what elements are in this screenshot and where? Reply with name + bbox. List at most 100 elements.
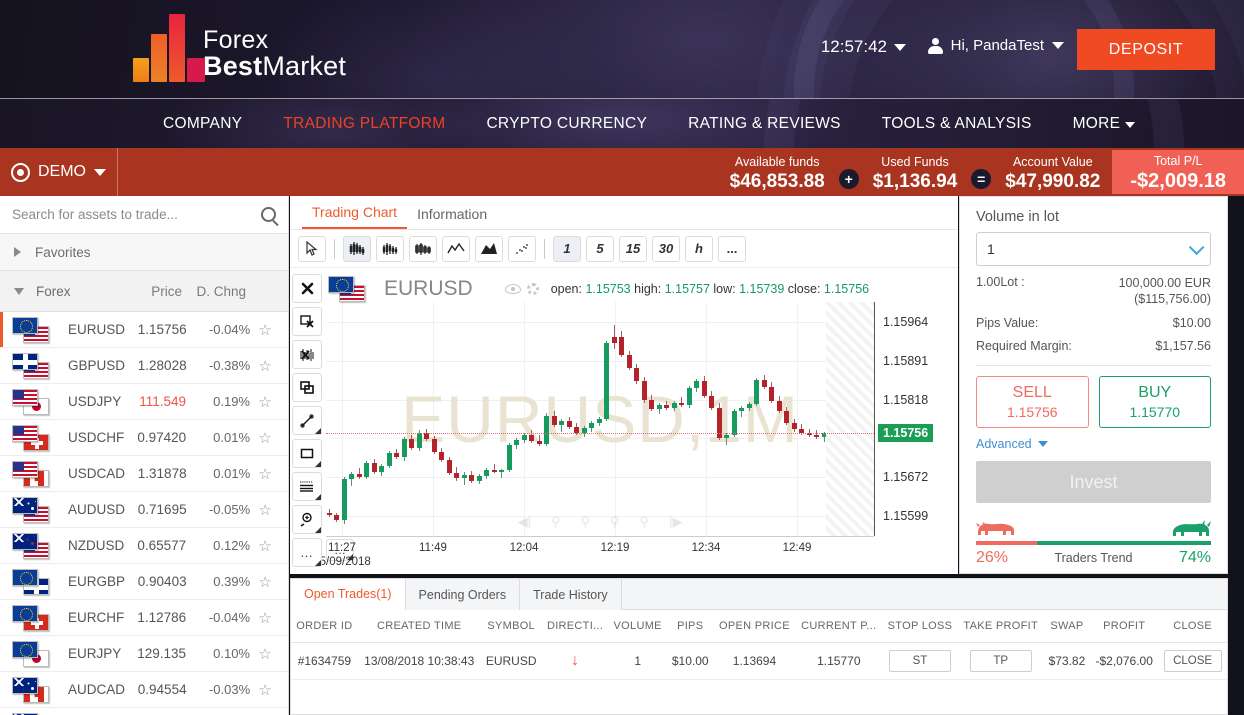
favorite-star-icon[interactable]: ☆ xyxy=(252,501,278,519)
zoom-in-icon[interactable]: ⚲ xyxy=(551,514,561,530)
zoom-icon[interactable] xyxy=(292,505,322,534)
favorite-star-icon[interactable]: ☆ xyxy=(252,537,278,555)
asset-row-audchf[interactable]: AUDCHF0.69850-0.03%☆ xyxy=(0,708,288,715)
column-header[interactable]: TAKE PROFIT xyxy=(957,610,1044,643)
timeframe-1[interactable]: 1 xyxy=(553,235,581,262)
advanced-toggle[interactable]: Advanced xyxy=(976,437,1211,451)
column-header[interactable]: CREATED TIME xyxy=(357,610,481,643)
cursor-icon[interactable] xyxy=(298,235,326,262)
sell-button[interactable]: SELL 1.15756 xyxy=(976,376,1089,428)
remove-selected-icon[interactable] xyxy=(292,307,322,336)
asset-row-eurgbp[interactable]: EURGBP 0.90403 0.39% ☆ xyxy=(0,564,288,600)
timeframe-more[interactable]: ... xyxy=(718,235,746,262)
favorites-group-header[interactable]: Favorites xyxy=(0,234,288,271)
brand-logo[interactable]: Forex BestMarket xyxy=(133,14,346,82)
nav-item-trading-platform[interactable]: TRADING PLATFORM xyxy=(283,115,445,133)
timeframe-30[interactable]: 30 xyxy=(652,235,680,262)
column-header[interactable]: PIPS xyxy=(666,610,714,643)
column-header[interactable]: ORDER ID xyxy=(291,610,358,643)
clone-icon[interactable] xyxy=(292,373,322,402)
zoom-out-icon[interactable]: ⚲ xyxy=(580,514,590,530)
column-header[interactable]: VOLUME xyxy=(608,610,667,643)
asset-row-eurchf[interactable]: EURCHF 1.12786 -0.04% ☆ xyxy=(0,600,288,636)
favorite-star-icon[interactable]: ☆ xyxy=(252,645,278,663)
time-axis[interactable]: … 11:27 05/09/2018 11:49 12:04 12:19 12:34 12:… xyxy=(313,536,874,572)
timeframe-h[interactable]: h xyxy=(685,235,713,262)
candlestick-icon[interactable] xyxy=(343,235,371,262)
favorite-star-icon[interactable]: ☆ xyxy=(252,393,278,411)
tab-open-trades[interactable]: Open Trades(1) xyxy=(291,579,406,610)
trendline-icon[interactable] xyxy=(292,406,322,435)
dot-chart-icon[interactable] xyxy=(508,235,536,262)
column-header[interactable]: SYMBOL xyxy=(480,610,542,643)
favorite-star-icon[interactable]: ☆ xyxy=(252,357,278,375)
asset-row-gbpusd[interactable]: GBPUSD 1.28028 -0.38% ☆ xyxy=(0,348,288,384)
take-profit-button[interactable]: TP xyxy=(969,650,1032,672)
asset-row-usdchf[interactable]: USDCHF 0.97420 0.01% ☆ xyxy=(0,420,288,456)
column-header[interactable]: STOP LOSS xyxy=(882,610,958,643)
gear-icon[interactable] xyxy=(526,283,539,295)
search-input[interactable] xyxy=(12,207,261,222)
bar-chart-icon[interactable] xyxy=(376,235,404,262)
close-trade-button[interactable]: CLOSE xyxy=(1163,650,1222,672)
scroll-left-icon[interactable]: ◀| xyxy=(518,514,531,530)
favorite-star-icon[interactable]: ☆ xyxy=(252,321,278,339)
nav-item-crypto-currency[interactable]: CRYPTO CURRENCY xyxy=(486,115,647,133)
stop-loss-button[interactable]: ST xyxy=(888,650,951,672)
column-header[interactable]: PROFIT xyxy=(1090,610,1159,643)
rectangle-icon[interactable] xyxy=(292,439,322,468)
hollow-candle-icon[interactable] xyxy=(409,235,437,262)
visibility-eye-icon[interactable] xyxy=(504,284,521,294)
asset-row-audusd[interactable]: AUDUSD 0.71695 -0.05% ☆ xyxy=(0,492,288,528)
column-header[interactable]: SWAP xyxy=(1043,610,1091,643)
chart-nav-controls[interactable]: ◀| ⚲ ⚲ ⚲ ⚲ |▶ xyxy=(518,514,683,530)
line-chart-icon[interactable] xyxy=(442,235,470,262)
tab-trading-chart[interactable]: Trading Chart xyxy=(302,204,408,229)
price-axis[interactable]: 1.159641.158911.158181.157451.156721.155… xyxy=(874,302,958,536)
invest-button[interactable]: Invest xyxy=(976,461,1211,503)
tab-information[interactable]: Information xyxy=(407,206,497,229)
fibonacci-icon[interactable] xyxy=(292,472,322,501)
zoom-reset-icon[interactable]: ⚲ xyxy=(640,514,650,530)
timeframe-5[interactable]: 5 xyxy=(586,235,614,262)
column-header[interactable]: CLOSE xyxy=(1158,610,1227,643)
nav-item-company[interactable]: COMPANY xyxy=(163,115,242,133)
account-mode-selector[interactable]: DEMO xyxy=(0,148,118,196)
asset-row-usdjpy[interactable]: USDJPY 111.549 0.19% ☆ xyxy=(0,384,288,420)
nav-item-tools-analysis[interactable]: TOOLS & ANALYSIS xyxy=(882,115,1032,133)
deposit-button[interactable]: DEPOSIT xyxy=(1077,29,1215,70)
asset-row-nzdusd[interactable]: NZDUSD 0.65577 0.12% ☆ xyxy=(0,528,288,564)
volume-select[interactable]: 1 xyxy=(976,232,1211,266)
asset-row-eurusd[interactable]: EURUSD 1.15756 -0.04% ☆ xyxy=(0,312,288,348)
asset-row-eurjpy[interactable]: EURJPY 129.135 0.10% ☆ xyxy=(0,636,288,672)
favorite-star-icon[interactable]: ☆ xyxy=(252,609,278,627)
column-header[interactable]: CURRENT P... xyxy=(795,610,883,643)
favorite-star-icon[interactable]: ☆ xyxy=(252,465,278,483)
asset-row-audcad[interactable]: AUDCAD 0.94554 -0.03% ☆ xyxy=(0,672,288,708)
table-row[interactable]: #1634759 13/08/2018 10:38:43 EURUSD ↓ 1 $10.0… xyxy=(291,642,1227,680)
favorite-star-icon[interactable]: ☆ xyxy=(252,429,278,447)
buy-button[interactable]: BUY 1.15770 xyxy=(1098,376,1211,428)
candlestick-plot[interactable]: EURUSD,1M ◀| ⚲ ⚲ ⚲ ⚲ |▶ xyxy=(326,302,874,536)
close-icon[interactable] xyxy=(292,274,322,303)
nav-item-more[interactable]: MORE xyxy=(1073,115,1136,133)
nav-item-rating-reviews[interactable]: RATING & REVIEWS xyxy=(688,115,841,133)
column-header[interactable]: DIRECTI... xyxy=(541,610,609,643)
user-menu[interactable]: Hi, PandaTest xyxy=(927,37,1064,54)
area-chart-icon[interactable] xyxy=(475,235,503,262)
tab-trade-history[interactable]: Trade History xyxy=(520,579,622,610)
timeframe-15[interactable]: 15 xyxy=(619,235,647,262)
asset-row-usdcad[interactable]: USDCAD 1.31878 0.01% ☆ xyxy=(0,456,288,492)
zoom-fit-icon[interactable]: ⚲ xyxy=(610,514,620,530)
chart-canvas[interactable]: … EURUSD open: 1.15753 high: 1.15757 low… xyxy=(290,268,958,572)
favorite-star-icon[interactable]: ☆ xyxy=(252,681,278,699)
column-header[interactable]: OPEN PRICE xyxy=(713,610,796,643)
scroll-right-icon[interactable]: |▶ xyxy=(669,514,682,530)
search-icon[interactable] xyxy=(261,207,276,222)
more-tools-icon[interactable]: … xyxy=(292,538,322,567)
remove-all-studies-icon[interactable] xyxy=(292,340,322,369)
favorite-star-icon[interactable]: ☆ xyxy=(252,573,278,591)
server-clock[interactable]: 12:57:42 xyxy=(821,37,906,57)
forex-group-header[interactable]: Forex Price D. Chng xyxy=(0,271,288,312)
tab-pending-orders[interactable]: Pending Orders xyxy=(406,579,521,610)
